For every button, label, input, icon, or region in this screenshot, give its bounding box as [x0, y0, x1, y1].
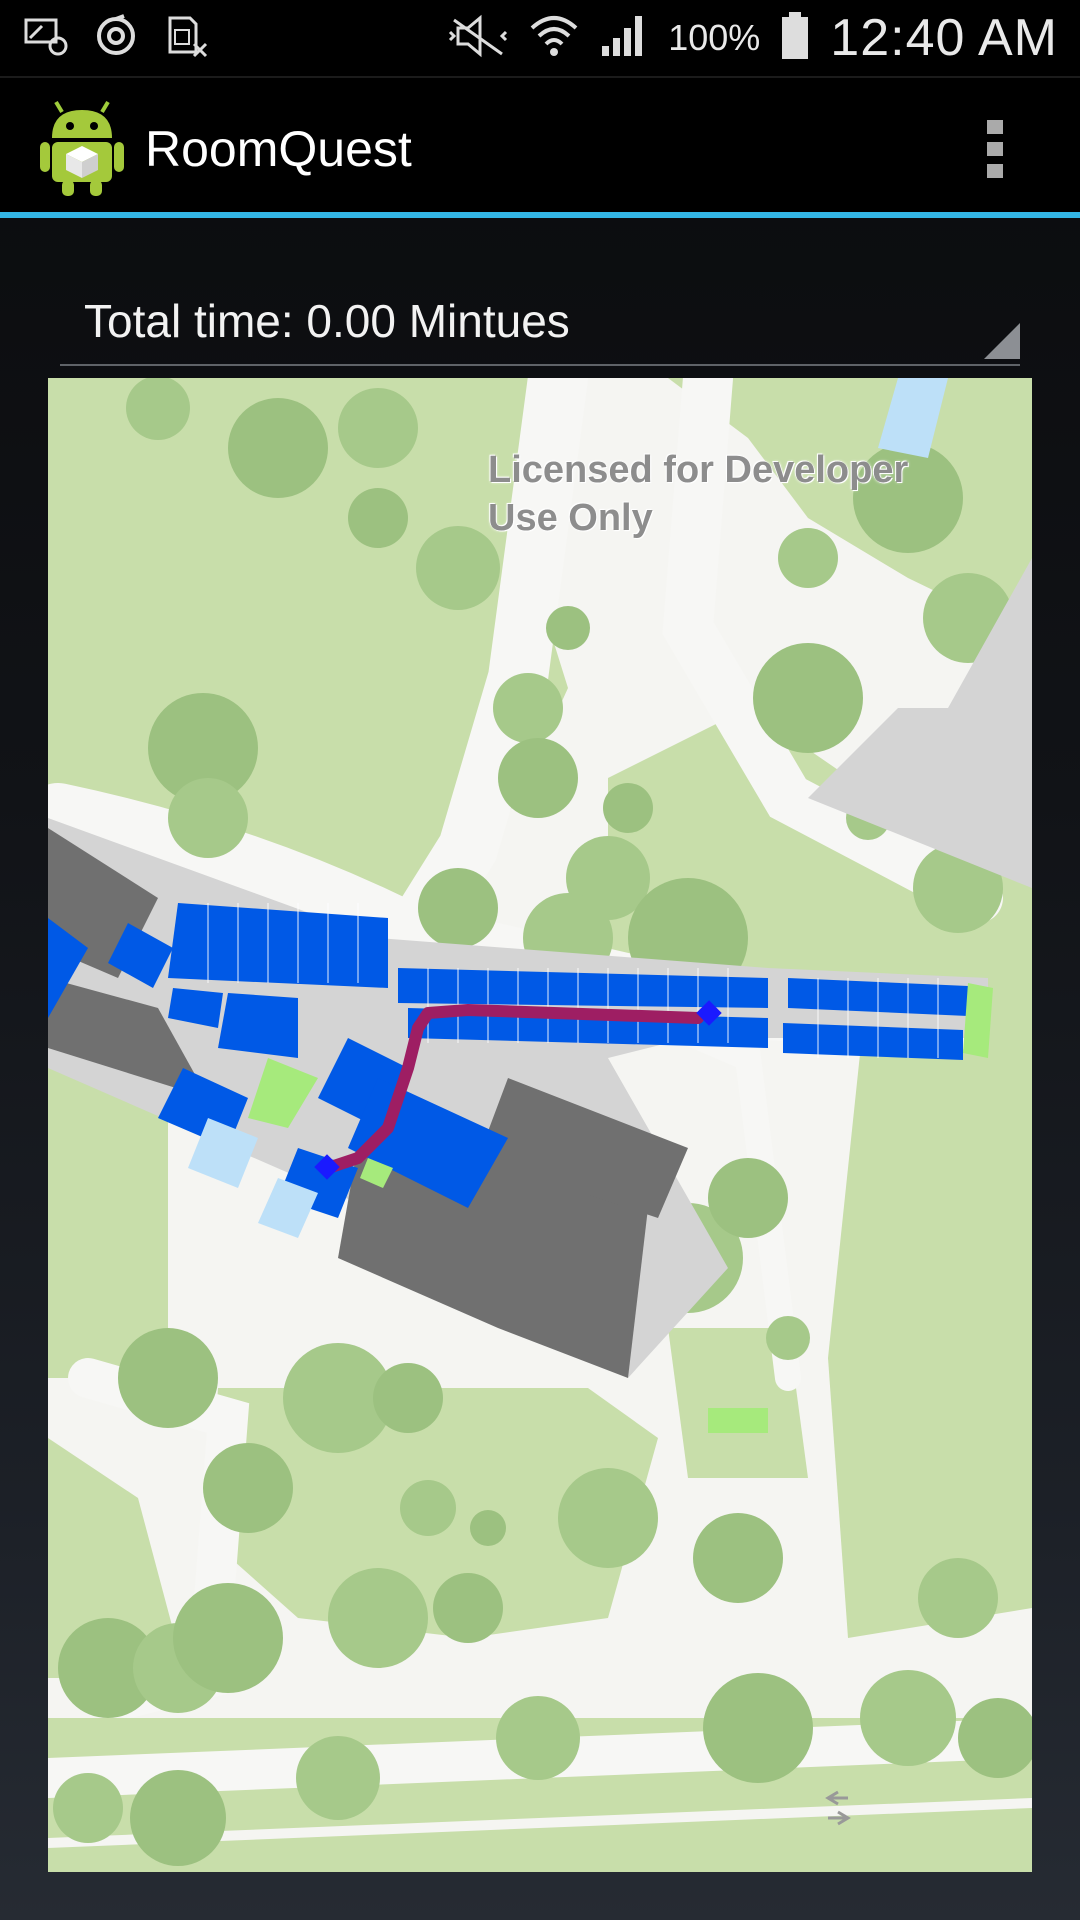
app-logo-icon: [40, 100, 124, 201]
wifi-icon: [528, 12, 580, 65]
map-view[interactable]: Licensed for Developer Use Only: [48, 378, 1032, 1872]
map-watermark: Licensed for Developer Use Only: [488, 446, 1028, 542]
watermark-line-2: Use Only: [488, 497, 653, 539]
status-system: 100% 12:40 AM: [448, 8, 1080, 68]
spinner-selected-value: Total time: 0.00 Mintues: [84, 295, 570, 347]
spinner-dropdown-icon: [984, 323, 1020, 364]
sync-icon: [94, 13, 138, 63]
app-title: RoomQuest: [145, 121, 412, 177]
cell-signal-icon: [600, 14, 648, 63]
status-notifications: [0, 13, 208, 63]
battery-icon: [780, 11, 810, 65]
clock: 12:40 AM: [830, 9, 1058, 67]
screen-mirroring-icon: [24, 16, 68, 61]
app-bar-divider: [0, 212, 1080, 218]
map-arrows-icon: [825, 1790, 851, 1826]
no-sim-icon: [164, 14, 208, 63]
battery-percent: 100%: [668, 17, 761, 58]
mute-icon: [448, 14, 508, 63]
map-canvas[interactable]: [48, 378, 1032, 1872]
total-time-spinner[interactable]: Total time: 0.00 Mintues: [60, 284, 1020, 366]
watermark-line-1: Licensed for Developer: [488, 449, 909, 491]
app-bar: RoomQuest: [0, 76, 1080, 216]
overflow-menu-icon[interactable]: [986, 118, 1004, 185]
status-bar: 100% 12:40 AM: [0, 0, 1080, 76]
